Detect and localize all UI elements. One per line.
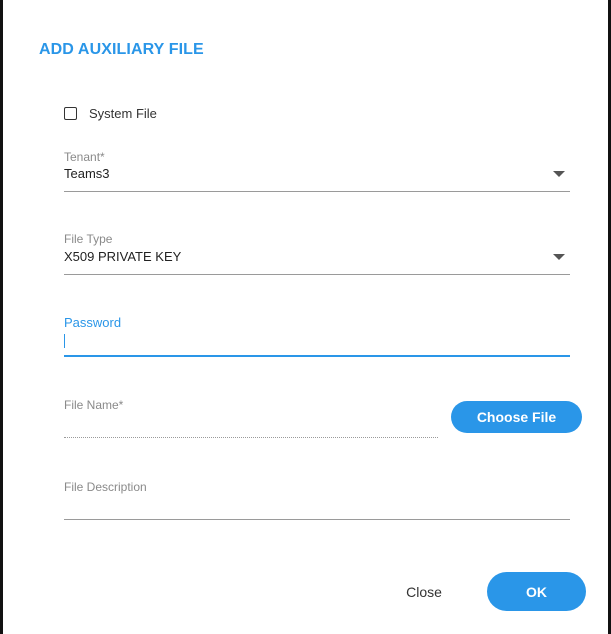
choose-file-button[interactable]: Choose File [451,401,582,433]
tenant-label: Tenant* [64,150,105,164]
file-description-input[interactable] [64,519,570,520]
file-description-label: File Description [64,480,147,494]
system-file-row[interactable]: System File [64,106,157,121]
ok-button[interactable]: OK [487,572,586,611]
file-type-select-value[interactable]: X509 PRIVATE KEY [64,249,181,264]
password-input-cursor[interactable] [64,334,65,348]
tenant-chevron-down-icon[interactable] [553,171,565,177]
file-name-input[interactable] [64,437,438,438]
file-type-label: File Type [64,232,113,246]
file-type-underline [64,274,570,275]
dialog-title: ADD AUXILIARY FILE [39,41,204,58]
system-file-label: System File [89,106,157,121]
file-type-chevron-down-icon[interactable] [553,254,565,260]
tenant-underline [64,191,570,192]
tenant-select-value[interactable]: Teams3 [64,166,110,181]
password-underline[interactable] [64,355,570,357]
close-button[interactable]: Close [394,580,454,604]
password-label: Password [64,315,122,330]
dialog-border-left [0,0,3,634]
add-auxiliary-file-dialog: ADD AUXILIARY FILE System File Tenant* T… [0,0,611,634]
file-name-label: File Name* [64,398,124,412]
system-file-checkbox[interactable] [64,107,77,120]
